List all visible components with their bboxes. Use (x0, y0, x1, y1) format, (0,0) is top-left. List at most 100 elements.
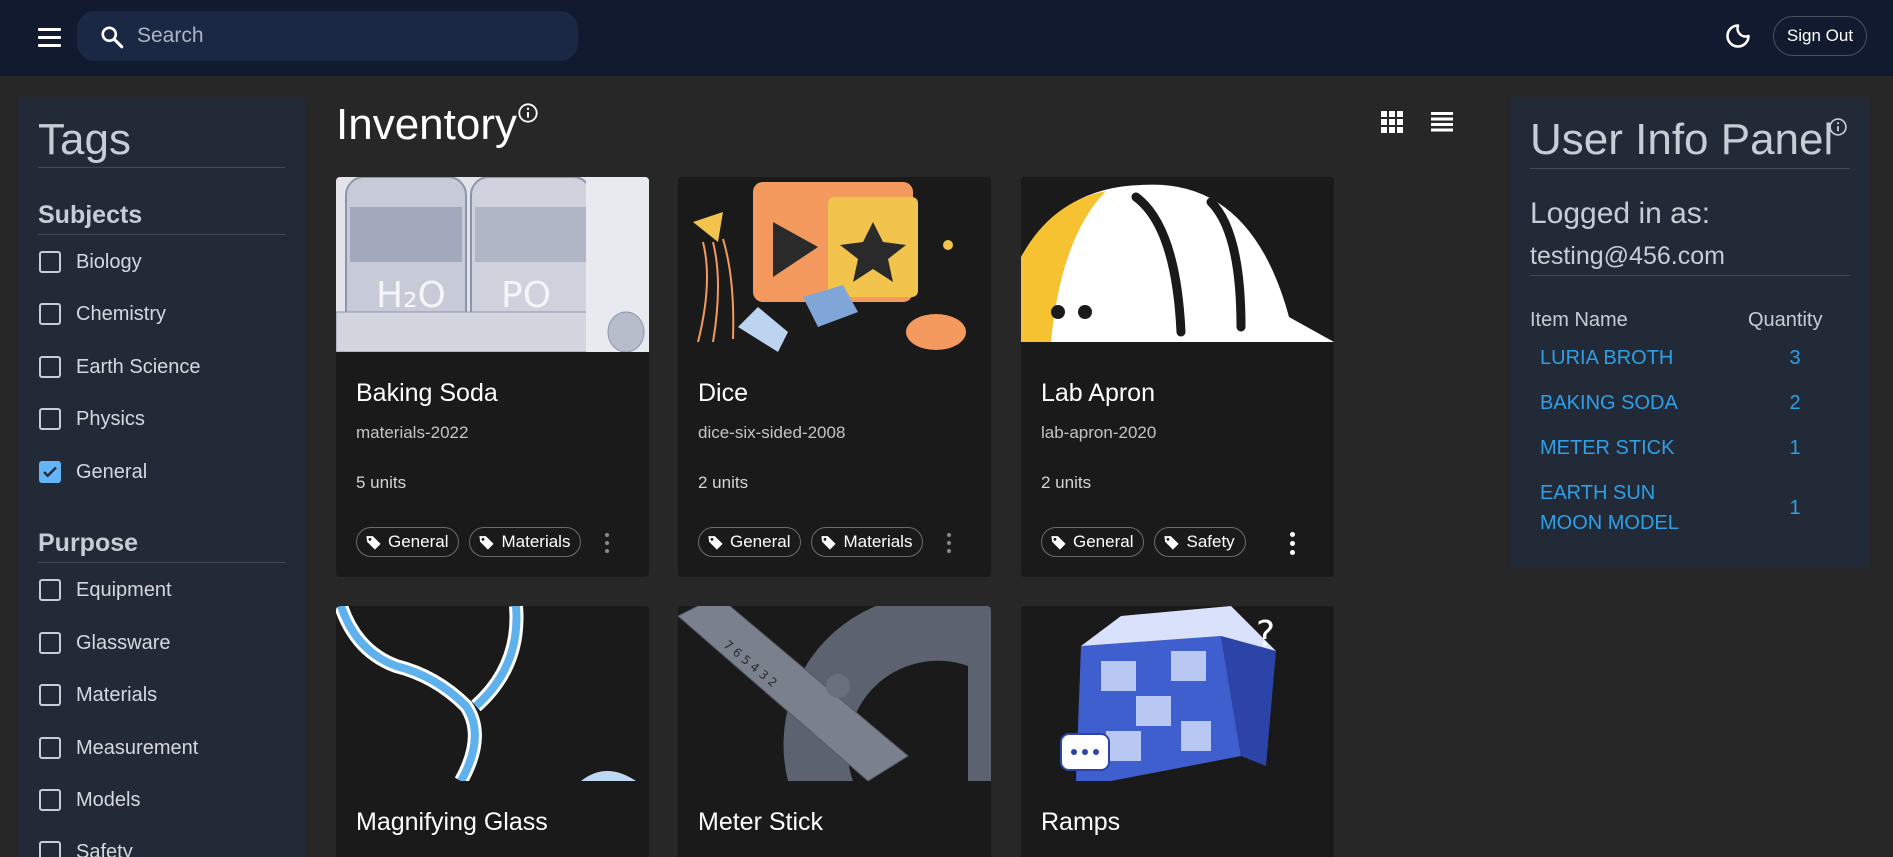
tag-label: Biology (76, 250, 142, 273)
tag-checkbox-models[interactable]: Models (38, 785, 140, 815)
search-input[interactable] (137, 11, 557, 61)
tag-label: Chemistry (76, 302, 167, 325)
tag-chip[interactable]: Safety (1154, 527, 1246, 557)
sidebar-title: Tags (38, 115, 131, 164)
checkout-item-qty: 1 (1789, 437, 1801, 459)
divider (38, 167, 285, 168)
ruler-protractor-illustration: 7 6 5 4 3 2 (678, 606, 991, 781)
more-options-icon[interactable] (940, 529, 958, 557)
more-options-icon[interactable] (598, 529, 616, 557)
tag-checkbox-biology[interactable]: Biology (38, 247, 142, 277)
card-image: 7 6 5 4 3 2 (678, 606, 991, 781)
card-image: ? (1021, 606, 1334, 781)
tag-chip-label: Materials (501, 532, 571, 551)
checkbox[interactable] (39, 251, 61, 273)
tag-label: Models (76, 788, 141, 811)
info-icon[interactable] (1828, 117, 1848, 137)
logged-in-label: Logged in as: (1530, 197, 1711, 230)
tag-icon (821, 535, 837, 550)
inventory-card[interactable]: H₂O PO Baking Soda materials-2022 5 unit… (336, 177, 649, 577)
tag-checkbox-equipment[interactable]: Equipment (38, 575, 172, 605)
dark-mode-toggle-icon[interactable] (1724, 22, 1752, 50)
column-header-quantity: Quantity (1748, 309, 1823, 331)
tag-icon (479, 535, 495, 550)
search-box (77, 11, 578, 61)
card-quantity: 5 units (356, 473, 407, 492)
divider (38, 234, 285, 235)
checkout-item-link[interactable]: BAKING SODA (1540, 388, 1700, 418)
tag-chips: General Materials (698, 527, 924, 557)
tag-chip[interactable]: Materials (811, 527, 924, 557)
card-quantity: 2 units (1041, 473, 1092, 492)
tag-chip[interactable]: General (1041, 527, 1145, 557)
divider (38, 562, 285, 563)
checkbox[interactable] (39, 356, 61, 378)
card-image (1021, 177, 1334, 352)
checkbox[interactable] (39, 789, 61, 811)
inventory-card[interactable]: Magnifying Glass (336, 606, 649, 857)
menu-icon[interactable] (38, 22, 68, 52)
checkout-item-qty: 1 (1789, 497, 1801, 519)
tag-chips: General Safety (1041, 527, 1246, 557)
sign-out-button[interactable]: Sign Out (1773, 16, 1867, 56)
tag-checkbox-glassware[interactable]: Glassware (38, 628, 170, 658)
column-header-item-name: Item Name (1530, 309, 1628, 331)
tag-checkbox-chemistry[interactable]: Chemistry (38, 299, 166, 329)
tag-chip-label: General (388, 532, 449, 551)
card-image (678, 177, 991, 352)
stethoscope-illustration (336, 606, 649, 781)
info-icon[interactable] (517, 102, 539, 124)
more-options-icon[interactable] (1283, 529, 1301, 557)
checkbox[interactable] (39, 737, 61, 759)
checkbox[interactable] (39, 579, 61, 601)
tag-checkbox-safety[interactable]: Safety (38, 837, 133, 857)
tag-chip[interactable]: General (698, 527, 802, 557)
tag-checkbox-measurement[interactable]: Measurement (38, 733, 198, 763)
checkbox-checked[interactable] (39, 461, 61, 483)
list-view-icon[interactable] (1430, 110, 1454, 134)
tag-label: Materials (76, 683, 158, 706)
page-title: Inventory (336, 100, 517, 149)
tag-chip[interactable]: Materials (469, 527, 582, 557)
tag-icon (1164, 535, 1180, 550)
card-id: materials-2022 (356, 423, 469, 442)
tag-label: Earth Science (76, 355, 201, 378)
checkbox[interactable] (39, 303, 61, 325)
card-image: H₂O PO (336, 177, 649, 352)
tag-chip-label: General (730, 532, 791, 551)
tags-sidebar: Tags Subjects Biology Chemistry Earth Sc… (18, 97, 305, 857)
tag-checkbox-materials[interactable]: Materials (38, 680, 157, 710)
tag-chip[interactable]: General (356, 527, 460, 557)
card-name: Ramps (1041, 808, 1121, 836)
card-quantity: 2 units (698, 473, 749, 492)
svg-text:PO: PO (501, 275, 551, 316)
checkout-item-link[interactable]: LURIA BROTH (1540, 343, 1700, 373)
grid-view-icon[interactable] (1380, 110, 1404, 134)
checkbox[interactable] (39, 841, 61, 857)
svg-text:H₂O: H₂O (376, 275, 446, 316)
card-name: Baking Soda (356, 379, 498, 407)
inventory-card[interactable]: Dice dice-six-sided-2008 2 units General… (678, 177, 991, 577)
check-icon (43, 466, 57, 478)
tag-checkbox-earth-science[interactable]: Earth Science (38, 352, 201, 382)
card-name: Magnifying Glass (356, 808, 548, 836)
checkbox[interactable] (39, 632, 61, 654)
checkbox[interactable] (39, 684, 61, 706)
tag-chips: General Materials (356, 527, 582, 557)
tag-checkbox-general[interactable]: General (38, 457, 147, 487)
inventory-card[interactable]: Lab Apron lab-apron-2020 2 units General… (1021, 177, 1334, 577)
bottles-illustration: H₂O PO (336, 177, 649, 352)
inventory-card[interactable]: 7 6 5 4 3 2 Meter Stick (678, 606, 991, 857)
card-image (336, 606, 649, 781)
tag-chip-label: General (1073, 532, 1134, 551)
card-name: Lab Apron (1041, 379, 1155, 407)
checkout-item-link[interactable]: METER STICK (1540, 433, 1700, 463)
card-name: Meter Stick (698, 808, 824, 836)
card-id: lab-apron-2020 (1041, 423, 1157, 442)
checkbox[interactable] (39, 408, 61, 430)
checkout-item-link[interactable]: EARTH SUN MOON MODEL (1540, 478, 1700, 538)
tag-label: Safety (76, 840, 133, 857)
tag-checkbox-physics[interactable]: Physics (38, 404, 145, 434)
inventory-card[interactable]: ? Ramps (1021, 606, 1334, 857)
tag-icon (366, 535, 381, 550)
